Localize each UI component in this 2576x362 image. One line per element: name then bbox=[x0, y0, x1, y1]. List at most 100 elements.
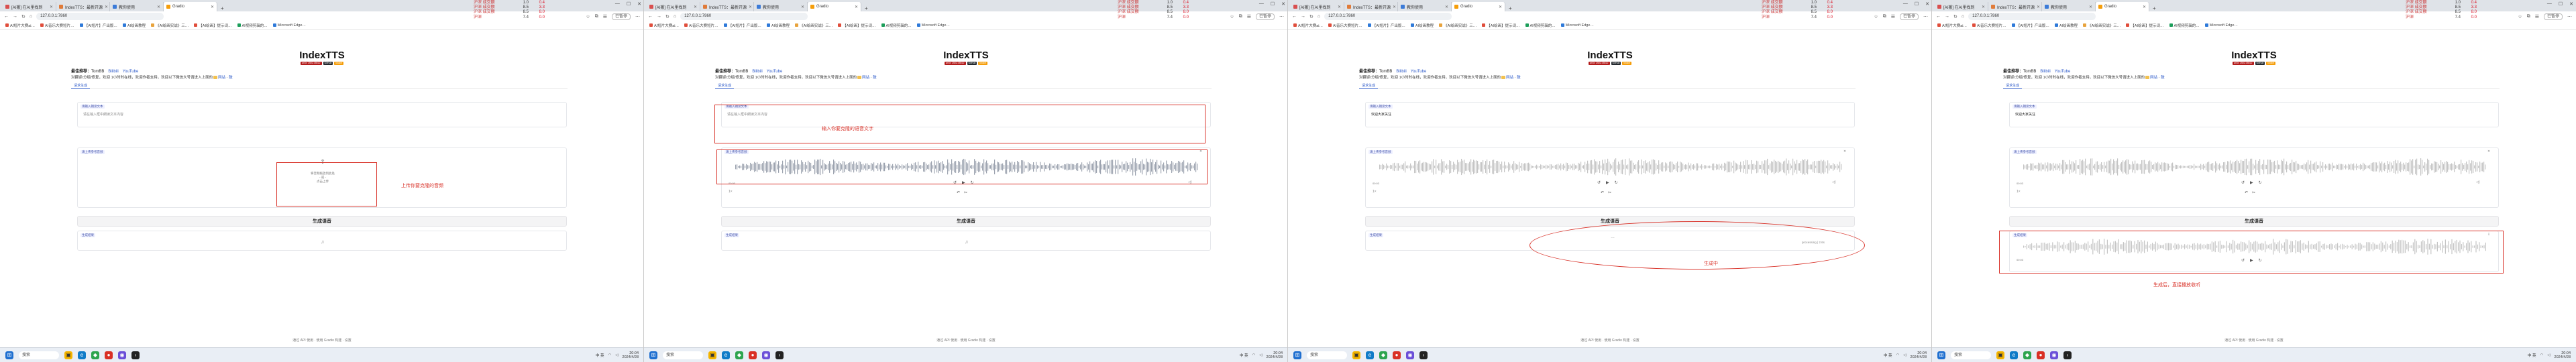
wifi-icon[interactable]: ◠ bbox=[608, 353, 611, 357]
tab-generate[interactable]: 请求生成 bbox=[1359, 84, 1379, 89]
file-explorer-icon[interactable]: ▣ bbox=[1352, 351, 1360, 359]
app-icon[interactable]: ◉ bbox=[118, 351, 126, 359]
tab-generate[interactable]: 请求生成 bbox=[715, 84, 735, 89]
app-icon[interactable]: ● bbox=[2037, 351, 2045, 359]
bookmark-item[interactable]: AI音乐大赛短片… bbox=[40, 23, 74, 28]
home-icon[interactable]: ⌂ bbox=[1962, 14, 1964, 19]
refresh-icon[interactable]: ↻ bbox=[21, 14, 25, 19]
close-icon[interactable]: ✕ bbox=[50, 5, 53, 9]
model-badge[interactable]: Model bbox=[978, 62, 987, 65]
tab-generate[interactable]: 请求生成 bbox=[71, 84, 91, 89]
back-icon[interactable]: ← bbox=[1292, 14, 1297, 19]
bookmark-item[interactable]: AI音乐大赛短片… bbox=[684, 23, 718, 28]
app-icon[interactable]: ◆ bbox=[91, 351, 99, 359]
text-input-value[interactable]: 欢迎大家关注 bbox=[1371, 112, 1391, 117]
wifi-icon[interactable]: ◠ bbox=[2540, 353, 2543, 357]
browser-tab[interactable]: [AI搬] 在AI里找到 ✕ bbox=[647, 2, 700, 11]
more-icon[interactable]: ⋯ bbox=[1923, 14, 1928, 19]
app-icon[interactable]: ◉ bbox=[762, 351, 770, 359]
taskbar-search-input[interactable]: 搜索 bbox=[1307, 351, 1347, 359]
edge-icon[interactable]: e bbox=[78, 351, 86, 359]
forward-icon[interactable]: → bbox=[13, 14, 17, 19]
file-explorer-icon[interactable]: ▣ bbox=[1996, 351, 2004, 359]
tab-generate[interactable]: 请求生成 bbox=[2003, 84, 2023, 89]
browser-tab[interactable]: [AI搬] 在AI里找到 ✕ bbox=[1291, 2, 1344, 11]
bookmark-item[interactable]: 【AI绘画】提示词… bbox=[1482, 23, 1520, 28]
close-icon[interactable]: ✕ bbox=[1982, 5, 1985, 9]
text-input-value[interactable]: 请在输入框中朗读文本内容 bbox=[83, 112, 123, 117]
star-icon[interactable]: ☆ bbox=[1230, 14, 1234, 19]
clear-icon[interactable]: ✕ bbox=[2487, 149, 2490, 154]
browser-tab[interactable]: IndexTTS：最新开源 ✕ bbox=[1344, 2, 1398, 11]
close-icon[interactable]: ✕ bbox=[694, 5, 697, 9]
bookmark-item[interactable]: AI绘画教程 bbox=[122, 23, 146, 28]
browser-tab-active[interactable]: Gradio ✕ bbox=[2096, 2, 2149, 11]
desc-link[interactable]: 网站 bbox=[2150, 76, 2157, 80]
favorites-icon[interactable]: ☰ bbox=[1247, 14, 1251, 19]
edge-icon[interactable]: e bbox=[1366, 351, 1374, 359]
extensions-icon[interactable]: ⧉ bbox=[1239, 14, 1242, 19]
desc-link[interactable]: 鼓 bbox=[229, 76, 233, 80]
url-input[interactable]: 127.0.0.1:7860 bbox=[1968, 13, 2096, 20]
minimize-icon[interactable]: — bbox=[1903, 1, 1908, 7]
bookmark-item[interactable]: 【AI绘画】提示词… bbox=[194, 23, 232, 28]
bookmark-item[interactable]: AI绘画教程 bbox=[1410, 23, 1434, 28]
text-input-value[interactable]: 欢迎大家关注 bbox=[2015, 112, 2035, 117]
text-input-block[interactable]: 请输入朗读文本 欢迎大家关注 bbox=[2009, 102, 2499, 127]
undo-icon[interactable]: ↶ bbox=[2245, 190, 2248, 195]
youtube-link[interactable]: YouTube bbox=[123, 70, 139, 74]
bookmark-item[interactable]: AI视频剪辑的… bbox=[237, 23, 268, 28]
browser-tab[interactable]: 教你使用 ✕ bbox=[110, 2, 164, 11]
desc-link[interactable]: 鼓 bbox=[1517, 76, 1521, 80]
desc-link[interactable]: 网站 bbox=[862, 76, 869, 80]
bookmark-item[interactable]: AI视频剪辑的… bbox=[2169, 23, 2200, 28]
close-icon[interactable]: ✕ bbox=[2143, 5, 2146, 9]
volume-icon[interactable]: ◁ bbox=[1903, 353, 1906, 357]
text-input-block[interactable]: 请输入朗读文本 请在输入框中朗读文本内容 bbox=[77, 102, 567, 127]
arxiv-badge[interactable]: arXiv 2502.05512 bbox=[945, 62, 966, 65]
close-icon[interactable]: ✕ bbox=[2089, 5, 2092, 9]
generate-button[interactable]: 生成语音 bbox=[2009, 216, 2499, 227]
bookmark-item[interactable]: AI绘画教程 bbox=[2054, 23, 2078, 28]
bookmark-item[interactable]: Microsoft Edge… bbox=[1560, 23, 1594, 27]
wifi-icon[interactable]: ◠ bbox=[1896, 353, 1899, 357]
profile-button[interactable]: 已暂停 bbox=[611, 13, 631, 20]
home-icon[interactable]: ⌂ bbox=[1318, 14, 1320, 19]
start-icon[interactable]: ⊞ bbox=[5, 351, 13, 359]
bookmark-item[interactable]: 【AI短片】产出版… bbox=[79, 23, 117, 28]
close-icon[interactable]: ✕ bbox=[1393, 5, 1396, 9]
extensions-icon[interactable]: ⧉ bbox=[1883, 14, 1886, 19]
more-icon[interactable]: ⋯ bbox=[1279, 14, 1284, 19]
browser-tab[interactable]: 教你使用 ✕ bbox=[754, 2, 808, 11]
new-tab-button[interactable]: + bbox=[217, 5, 227, 11]
close-icon[interactable]: ✕ bbox=[801, 5, 804, 9]
bookmark-item[interactable]: 【AI短片】产出版… bbox=[723, 23, 761, 28]
profile-button[interactable]: 已暂停 bbox=[2543, 13, 2563, 20]
app-icon[interactable]: ◆ bbox=[2023, 351, 2031, 359]
taskbar-search-input[interactable]: 搜索 bbox=[1951, 351, 1991, 359]
desc-link[interactable]: 网站 bbox=[1506, 76, 1513, 80]
bookmark-item[interactable]: 【AI短片】产出版… bbox=[2011, 23, 2049, 28]
back-icon[interactable]: ← bbox=[1936, 14, 1941, 19]
profile-button[interactable]: 已暂停 bbox=[1899, 13, 1919, 20]
minimize-icon[interactable]: — bbox=[2547, 1, 2552, 7]
browser-tab[interactable]: [AI搬] 在AI里找到 ✕ bbox=[1935, 2, 1988, 11]
forward-icon[interactable]: → bbox=[1945, 14, 1949, 19]
favorites-icon[interactable]: ☰ bbox=[603, 14, 607, 19]
github-badge[interactable]: GitHub bbox=[323, 62, 333, 65]
maximize-icon[interactable]: ☐ bbox=[627, 1, 631, 7]
github-badge[interactable]: GitHub bbox=[967, 62, 977, 65]
extensions-icon[interactable]: ⧉ bbox=[2527, 14, 2530, 19]
volume-icon[interactable]: ◁ bbox=[615, 353, 618, 357]
tray-icons[interactable]: 中 英 bbox=[596, 353, 604, 358]
url-input[interactable]: 127.0.0.1:7860 bbox=[680, 13, 808, 20]
bookmark-item[interactable]: AI短片大赛ai… bbox=[1937, 23, 1967, 28]
bookmark-item[interactable]: 【AI绘画】提示词… bbox=[2126, 23, 2164, 28]
close-icon[interactable]: ✕ bbox=[105, 5, 108, 9]
new-tab-button[interactable]: + bbox=[861, 5, 871, 11]
terminal-icon[interactable]: › bbox=[2063, 351, 2072, 359]
speed-icon[interactable]: 1× bbox=[1373, 190, 1377, 194]
close-icon[interactable]: ✕ bbox=[157, 5, 160, 9]
wifi-icon[interactable]: ◠ bbox=[1252, 353, 1255, 357]
close-window-icon[interactable]: ✕ bbox=[1925, 1, 1929, 7]
